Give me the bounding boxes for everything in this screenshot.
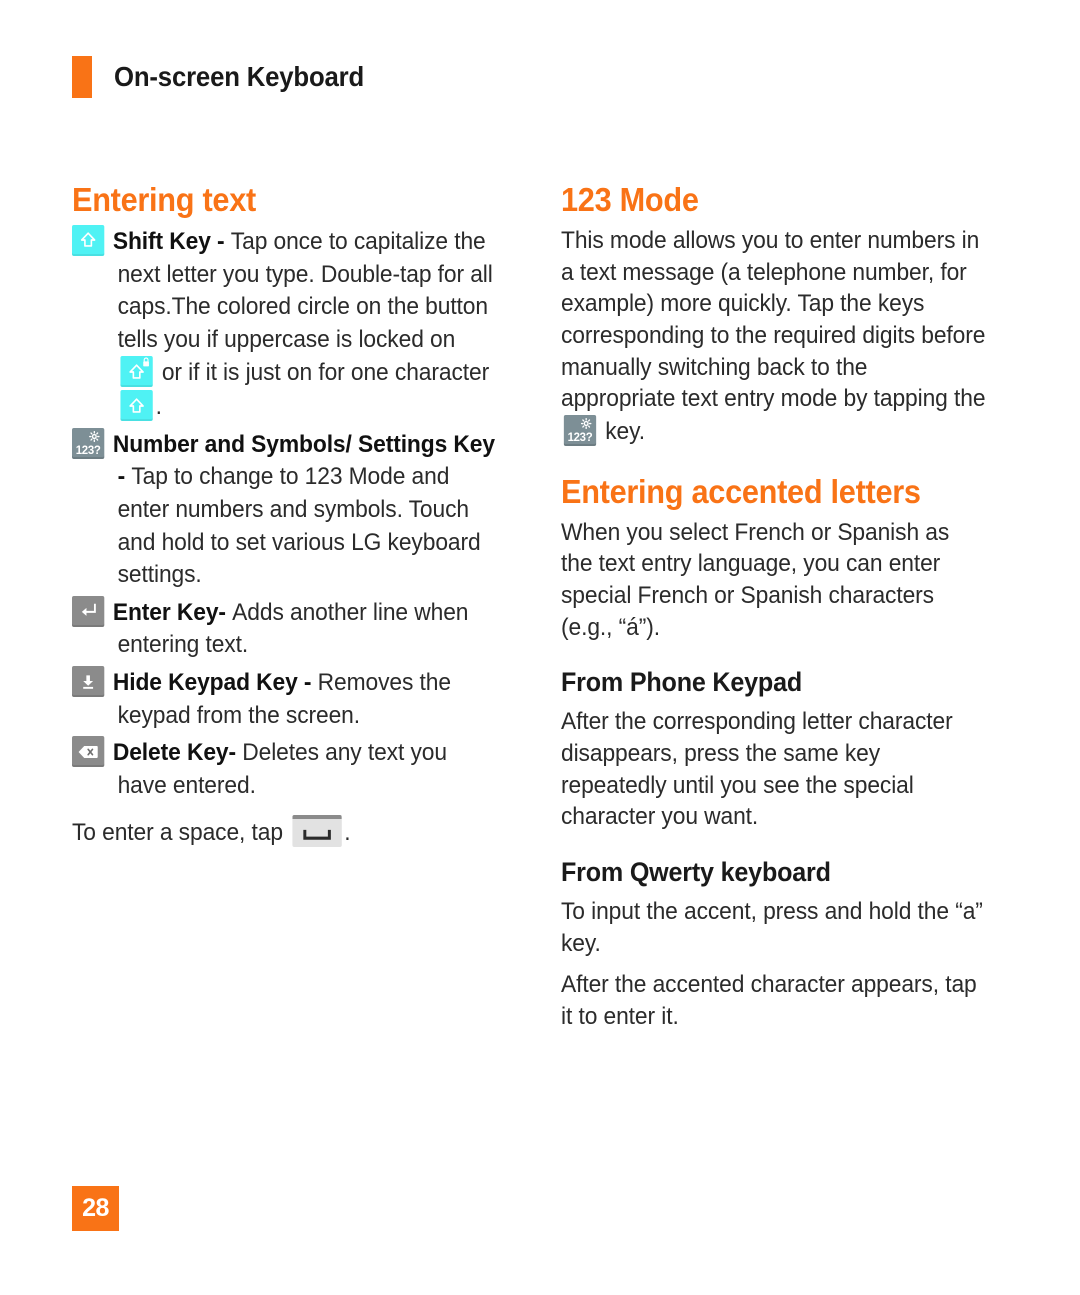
paragraph-accented-letters: When you select French or Spanish as the…	[561, 518, 950, 641]
left-column: Entering text Shift Key - Tap once to ca…	[72, 181, 519, 1043]
number-key-label: 123?	[567, 429, 593, 444]
mode-text-after: key.	[599, 417, 645, 445]
shift-lock-key-icon	[120, 356, 153, 388]
page-header: On-screen Keyboard	[72, 56, 386, 98]
number-key-label: 123?	[75, 442, 101, 457]
space-key-note: To enter a space, tap .	[72, 814, 497, 849]
key-entry-hide-keypad: Hide Keypad Key - Removes the keypad fro…	[72, 666, 497, 732]
delete-key-icon	[72, 736, 105, 768]
space-bar-glyph	[302, 829, 331, 841]
paragraph-qwerty-1: To input the accent, press and hold the …	[561, 898, 983, 957]
paragraph-123-mode: This mode allows you to enter numbers in…	[561, 225, 986, 448]
subheading-from-phone-keypad: From Phone Keypad	[561, 667, 803, 698]
subheading-from-qwerty-keyboard: From Qwerty keyboard	[561, 857, 831, 888]
space-key-icon	[292, 814, 342, 847]
key-desc-shift-part2: or if it is just on for one character	[155, 359, 490, 387]
enter-key-icon	[72, 595, 105, 627]
key-desc-number-symbols: Tap to change to 123 Mode and enter numb…	[117, 463, 481, 589]
shift-arrow-glyph	[129, 397, 145, 414]
return-arrow-glyph	[79, 603, 98, 619]
section-heading-accented-letters: Entering accented letters	[561, 472, 921, 510]
header-accent-bar	[72, 56, 92, 98]
key-term-enter: Enter Key-	[112, 598, 233, 626]
backspace-glyph	[78, 745, 99, 759]
lock-icon	[141, 357, 151, 368]
key-entry-enter: Enter Key- Adds another line when enteri…	[72, 595, 497, 662]
page-number-badge: 28	[72, 1186, 119, 1231]
page-title: On-screen Keyboard	[114, 61, 365, 92]
key-entry-delete: Delete Key- Deletes any text you have en…	[72, 736, 497, 802]
shift-arrow-glyph	[80, 232, 96, 249]
paragraph-phone-keypad: After the corresponding letter character…	[561, 708, 953, 831]
down-arrow-bar-glyph	[80, 673, 96, 690]
key-entry-number-symbols: 123? Number and Symbols/ Settings Key - …	[72, 427, 497, 592]
key-term-shift: Shift Key -	[112, 227, 231, 255]
hide-keypad-key-icon	[72, 666, 105, 698]
key-term-hide-keypad: Hide Keypad Key -	[112, 669, 318, 697]
key-desc-shift-part3: .	[155, 393, 162, 421]
space-note-text-after: .	[344, 818, 351, 846]
gear-icon	[89, 430, 100, 442]
key-term-delete: Delete Key-	[112, 739, 243, 767]
right-column: 123 Mode This mode allows you to enter n…	[561, 181, 1008, 1043]
number-symbols-settings-key-icon: 123?	[72, 427, 105, 459]
key-entry-shift: Shift Key - Tap once to capitalize the n…	[72, 224, 497, 424]
section-heading-entering-text: Entering text	[72, 181, 256, 218]
shift-key-icon	[120, 390, 153, 422]
number-symbols-settings-key-icon: 123?	[563, 414, 597, 446]
mode-text-before: This mode allows you to enter numbers in…	[561, 226, 986, 413]
shift-key-icon	[72, 224, 105, 256]
paragraph-qwerty-2: After the accented character appears, ta…	[561, 971, 977, 1031]
gear-icon	[580, 417, 592, 429]
section-heading-123-mode: 123 Mode	[561, 181, 699, 218]
space-note-text-before: To enter a space, tap	[72, 818, 290, 846]
content-columns: Entering text Shift Key - Tap once to ca…	[72, 181, 1008, 1043]
